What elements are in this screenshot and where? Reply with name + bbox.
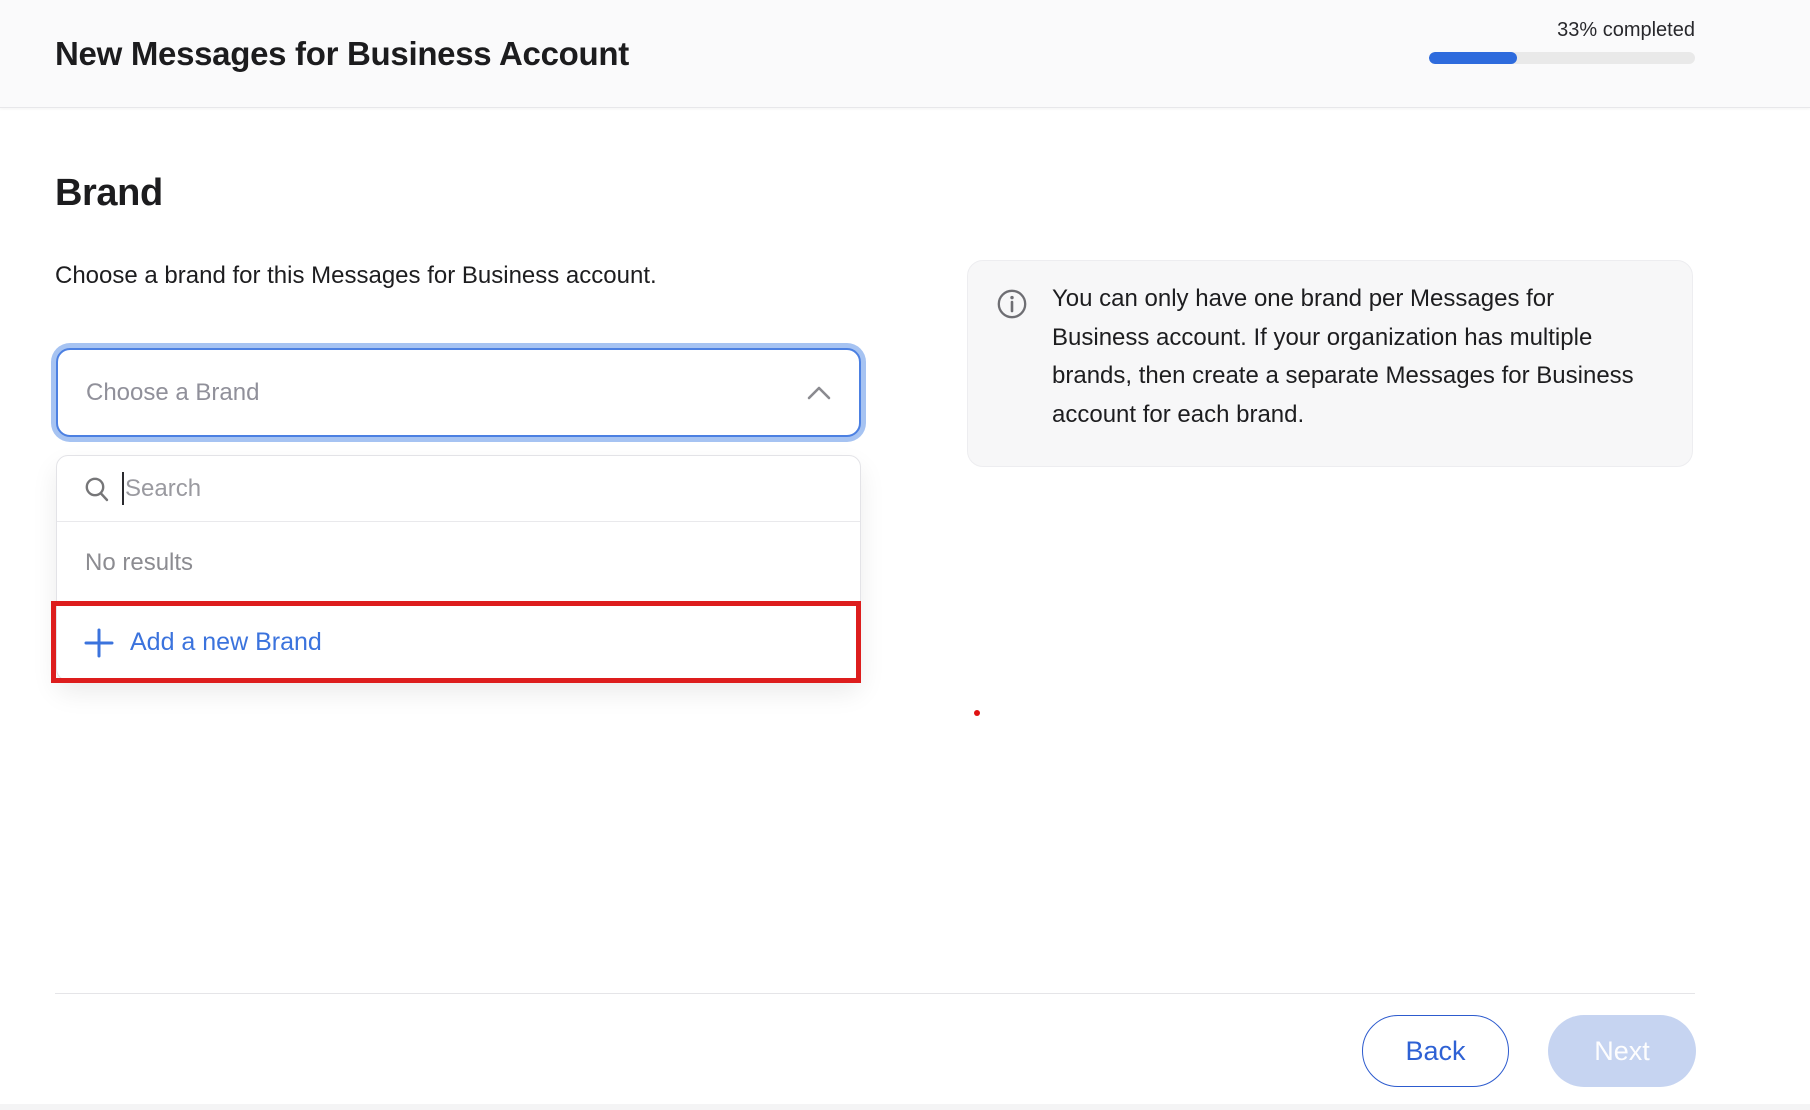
page-title: New Messages for Business Account <box>55 35 629 73</box>
chevron-up-icon <box>807 386 831 400</box>
brand-select[interactable]: Choose a Brand <box>56 348 861 437</box>
search-icon <box>83 475 111 503</box>
info-text: You can only have one brand per Messages… <box>1052 280 1637 434</box>
progress-block: 33% completed <box>1429 19 1695 64</box>
dropdown-search-row <box>57 456 860 522</box>
brand-search-input[interactable] <box>125 475 765 503</box>
info-box: You can only have one brand per Messages… <box>967 260 1693 467</box>
back-button[interactable]: Back <box>1362 1015 1509 1087</box>
add-new-brand-label: Add a new Brand <box>130 628 322 657</box>
info-icon <box>996 288 1028 325</box>
plus-icon <box>83 627 115 659</box>
text-caret <box>122 472 124 505</box>
progress-bar <box>1429 52 1695 64</box>
next-button[interactable]: Next <box>1548 1015 1696 1087</box>
progress-fill <box>1429 52 1517 64</box>
no-results-item: No results <box>57 522 860 604</box>
brand-dropdown-menu: No results Add a new Brand <box>56 455 861 681</box>
progress-label: 33% completed <box>1429 19 1695 42</box>
add-new-brand-option[interactable]: Add a new Brand <box>57 604 860 681</box>
section-description: Choose a brand for this Messages for Bus… <box>55 262 657 290</box>
header: New Messages for Business Account 33% co… <box>0 0 1810 108</box>
brand-select-placeholder: Choose a Brand <box>86 379 259 407</box>
page: New Messages for Business Account 33% co… <box>0 0 1810 1110</box>
section-heading: Brand <box>55 172 163 215</box>
footer-divider <box>55 993 1695 994</box>
annotation-red-dot <box>974 710 980 716</box>
bottom-strip <box>0 1104 1810 1110</box>
